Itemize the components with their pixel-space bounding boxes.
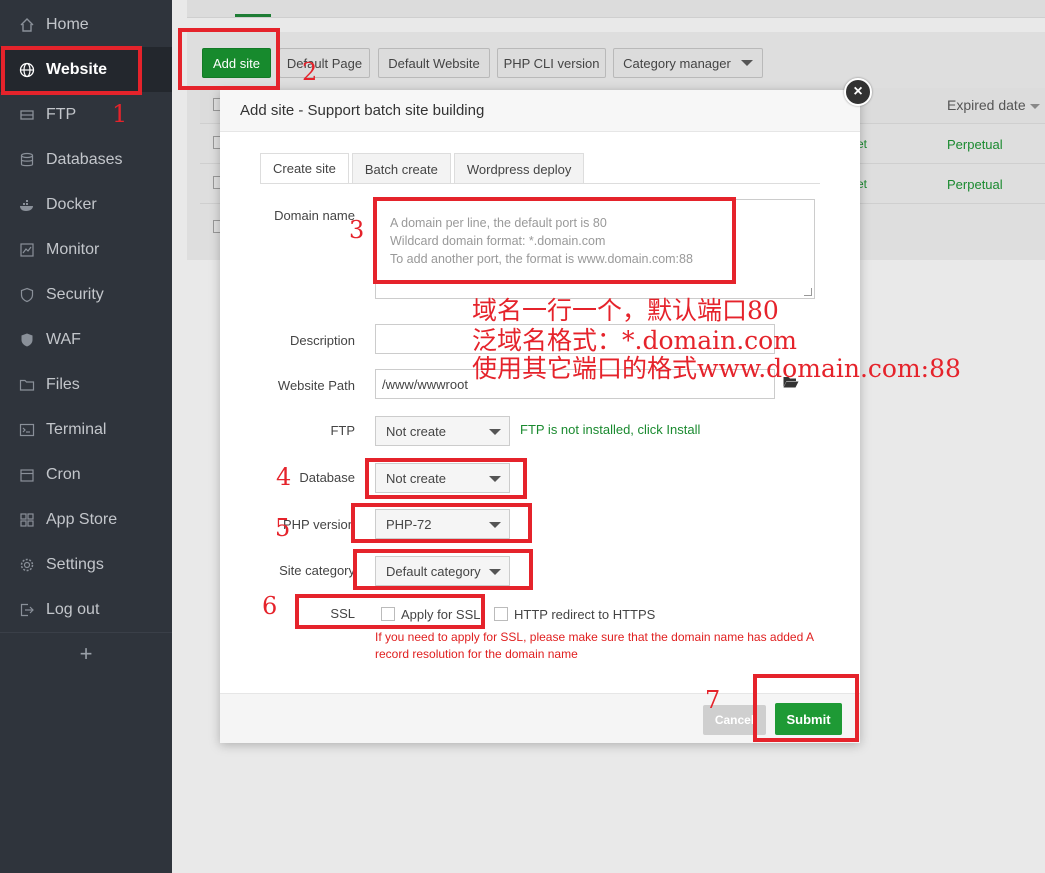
sidebar-item-docker[interactable]: Docker [0,182,172,227]
ftp-install-link[interactable]: FTP is not installed, click Install [520,422,700,437]
category-manager-label: Category manager [623,55,731,71]
annotation-number: 6 [262,592,278,620]
calendar-icon [18,466,36,484]
grid-icon [18,511,36,529]
ftp-select-value: Not create [386,423,446,439]
tab-batch-create[interactable]: Batch create [351,153,451,184]
ftp-label: FTP [330,423,355,438]
sidebar-item-app-store[interactable]: App Store [0,497,172,542]
sidebar-item-files[interactable]: Files [0,362,172,407]
sidebar-item-security[interactable]: Security [0,272,172,317]
expired-date-header[interactable]: Expired date [947,97,1040,113]
sidebar-item-settings[interactable]: Settings [0,542,172,587]
sidebar-item-monitor[interactable]: Monitor [0,227,172,272]
annotation-box-add-site [178,28,280,90]
close-icon[interactable]: × [844,78,872,106]
annotation-box-ssl [295,594,485,629]
annotation-number: 5 [275,514,291,542]
shield-icon [18,286,36,304]
sidebar-item-terminal[interactable]: Terminal [0,407,172,452]
row-expired-value: Perpetual [947,137,1003,152]
sidebar-item-databases[interactable]: Databases [0,137,172,182]
annotation-number: 3 [349,216,365,244]
https-redirect-checkbox[interactable] [494,607,508,621]
expired-date-label: Expired date [947,97,1026,113]
default-page-button[interactable]: Default Page [279,48,370,78]
monitor-icon [18,241,36,259]
annotation-number: 7 [705,686,721,714]
annotation-box-database [365,458,527,499]
database-label: Database [299,470,355,485]
sidebar-item-label: Terminal [46,420,107,438]
sidebar-item-label: Home [46,15,89,33]
default-website-button[interactable]: Default Website [378,48,490,78]
sidebar-item-label: Security [46,285,104,303]
sidebar-item-label: FTP [46,105,77,123]
database-icon [18,151,36,169]
description-label: Description [289,333,355,348]
annotation-box-category [353,549,533,590]
waf-shield-icon [18,331,36,349]
annotation-chinese-line: 使用其它端口的格式www.domain.com:88 [472,354,961,383]
domain-name-label: Domain name [274,208,355,223]
add-site-modal: Add site - Support batch site building C… [220,90,860,743]
terminal-icon [18,421,36,439]
annotation-chinese-line: 泛域名格式：*.domain.com [472,326,797,355]
active-tab-indicator [235,14,271,17]
sidebar-item-home[interactable]: Home [0,2,172,47]
sidebar-item-label: Settings [46,555,104,573]
annotation-number: 1 [112,100,128,128]
sidebar-item-label: Cron [46,465,81,483]
sidebar-item-cron[interactable]: Cron [0,452,172,497]
docker-icon [18,196,36,214]
category-manager-dropdown[interactable]: Category manager [613,48,763,78]
sidebar-item-label: Files [46,375,80,393]
annotation-box-submit [753,674,859,742]
logout-icon [18,601,36,619]
resize-handle[interactable] [804,288,812,296]
https-redirect-label[interactable]: HTTP redirect to HTTPS [514,607,655,622]
tab-divider [260,183,820,184]
php-cli-version-button[interactable]: PHP CLI version [497,48,606,78]
sidebar-item-ftp[interactable]: FTP [0,92,172,137]
sidebar-item-label: Databases [46,150,123,168]
top-tabs [187,0,1045,18]
sidebar-item-label: Monitor [46,240,100,258]
tab-create-site[interactable]: Create site [260,153,349,184]
annotation-box-domain [373,197,736,284]
row-expired-value: Perpetual [947,177,1003,192]
sidebar-item-logout[interactable]: Log out [0,587,172,632]
ssl-warning-note: If you need to apply for SSL, please mak… [375,630,814,661]
annotation-number: 4 [276,463,292,491]
chevron-down-icon [740,60,753,66]
sidebar-item-label: App Store [46,510,118,528]
annotation-chinese-line: 域名一行一个，默认端口80 [472,296,779,325]
folder-icon [18,376,36,394]
modal-tabs: Create site Batch create Wordpress deplo… [260,153,587,184]
gear-icon [18,556,36,574]
sidebar-item-label: Docker [46,195,97,213]
tab-wordpress-deploy[interactable]: Wordpress deploy [453,153,585,184]
annotation-number: 2 [302,58,318,86]
sidebar-add-button[interactable]: + [0,632,172,674]
home-icon [18,16,36,34]
website-path-label: Website Path [277,378,355,393]
sort-icon [1029,103,1040,109]
sidebar-item-label: WAF [46,330,81,348]
ftp-icon [18,106,36,124]
sidebar-item-label: Log out [46,600,100,618]
site-category-label: Site category [279,563,355,578]
chevron-down-icon [489,429,501,435]
sidebar: Home Website FTP Databases Docker Monito… [0,0,172,873]
modal-title: Add site - Support batch site building [220,90,860,132]
annotation-box-website [1,46,142,95]
annotation-box-php [351,503,532,543]
ftp-select[interactable]: Not create [375,416,510,446]
sidebar-item-waf[interactable]: WAF [0,317,172,362]
